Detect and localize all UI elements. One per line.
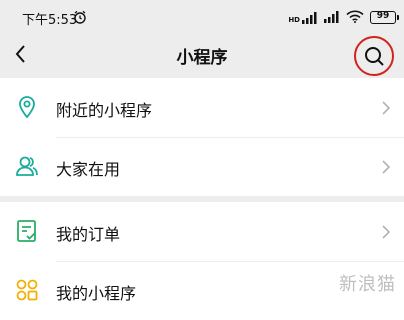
battery-icon: 99	[370, 11, 399, 24]
users-icon	[14, 153, 40, 179]
chevron-right-icon	[382, 160, 390, 174]
watermark: 新浪猫	[339, 274, 396, 295]
hd-signal-icon: HD	[288, 11, 318, 24]
menu-item-my-orders[interactable]: 我的订单	[0, 202, 404, 262]
signal-icon	[324, 8, 340, 27]
nav-bar: 小程序	[0, 34, 404, 76]
alarm-icon	[73, 9, 87, 28]
search-icon	[365, 47, 384, 66]
page-title: 小程序	[176, 48, 228, 68]
menu-item-label: 大家在用	[56, 160, 121, 179]
battery-level: 99	[376, 11, 390, 21]
menu-item-label: 我的小程序	[56, 284, 137, 303]
grid-apps-icon	[14, 277, 40, 303]
menu-item-label: 我的订单	[56, 225, 121, 244]
menu-item-label: 附近的小程序	[56, 101, 153, 120]
menu-item-nearby[interactable]: 附近的小程序	[0, 78, 404, 138]
location-pin-icon	[14, 94, 40, 120]
discover-group: 附近的小程序 大家在用	[0, 78, 404, 196]
status-icons: HD 99	[288, 8, 399, 27]
chevron-right-icon	[382, 225, 390, 239]
order-list-icon	[14, 218, 40, 244]
network-type-label: HD	[288, 15, 300, 24]
status-bar: 下午5:53 HD 99	[0, 0, 404, 34]
my-group: 我的订单 我的小程序	[0, 202, 404, 320]
wifi-icon	[346, 8, 364, 27]
menu-item-popular[interactable]: 大家在用	[0, 137, 404, 196]
chevron-right-icon	[382, 101, 390, 115]
search-button[interactable]	[354, 36, 394, 76]
status-time: 下午5:53	[22, 13, 78, 28]
